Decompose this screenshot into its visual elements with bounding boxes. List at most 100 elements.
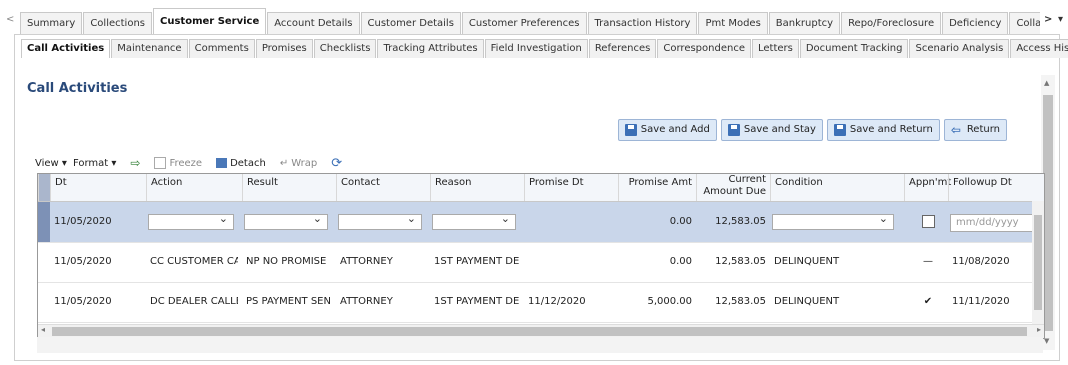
row-header[interactable] (38, 242, 50, 282)
row-header[interactable] (38, 202, 50, 242)
subtab-tracking-attributes[interactable]: Tracking Attributes (377, 39, 484, 58)
wrap-button[interactable]: ↵ Wrap (280, 158, 317, 169)
grid-horizontal-scrollbar[interactable]: ◂ ▸ (38, 324, 1044, 338)
scroll-right-icon[interactable]: ▸ (1037, 325, 1041, 334)
chevron-down-icon[interactable]: ▾ (1058, 14, 1063, 25)
table-row[interactable]: 11/05/2020 DC DEALER CALLED PS PAYMENT SEN… (38, 282, 1044, 323)
refresh-icon[interactable]: ⟳ (331, 156, 342, 171)
detach-label: Detach (230, 157, 266, 169)
cell-due: 12,583.05 (715, 256, 766, 267)
row-header[interactable] (38, 282, 50, 322)
subtab-maintenance[interactable]: Maintenance (111, 39, 188, 58)
tab-transaction-history[interactable]: Transaction History (587, 12, 698, 34)
column-header-appn-mt[interactable]: Appn'mt (904, 174, 951, 201)
scroll-left-icon[interactable]: < (6, 14, 14, 25)
column-header-followup-dt[interactable]: Followup Dt (948, 174, 1044, 201)
tab-pmt-modes[interactable]: Pmt Modes (698, 12, 768, 34)
cell-followup: 11/08/2020 (952, 256, 1010, 267)
action-buttons: Save and Add Save and Stay Save and Retu… (617, 119, 1007, 141)
scroll-up-icon[interactable]: ▲ (1044, 79, 1049, 87)
subtab-references[interactable]: References (588, 39, 657, 58)
subtab-field-investigation[interactable]: Field Investigation (484, 39, 588, 58)
column-header-action[interactable]: Action (146, 174, 242, 201)
grid-toolbar: View ▾ Format ▾ ⇨ Freeze Detach ↵ Wrap ⟳ (35, 154, 342, 172)
tab-repo-foreclosure[interactable]: Repo/Foreclosure (841, 12, 942, 34)
tab-customer-preferences[interactable]: Customer Preferences (461, 12, 587, 34)
return-button[interactable]: ⇦ Return (943, 119, 1007, 141)
tab-deficiency[interactable]: Deficiency (942, 12, 1009, 34)
cell-promise-amt: 0.00 (669, 256, 692, 267)
cell-appt: ✔ (923, 296, 933, 307)
tab-customer-details[interactable]: Customer Details (360, 12, 461, 34)
tab-account-details[interactable]: Account Details (267, 12, 360, 34)
tab-customer-service[interactable]: Customer Service (153, 8, 267, 34)
table-row[interactable]: 11/05/2020 CC CUSTOMER CA... NP NO PROMISE… (38, 242, 1044, 283)
save-and-add-label: Save and Add (640, 124, 710, 135)
cell-due: 12,583.05 (715, 296, 766, 307)
view-menu[interactable]: View ▾ (35, 158, 67, 169)
cell-dt: 11/05/2020 (54, 296, 112, 307)
subtab-correspondence[interactable]: Correspondence (657, 39, 751, 58)
format-menu[interactable]: Format ▾ (73, 158, 116, 169)
section-title: Call Activities (27, 81, 128, 96)
save-and-stay-label: Save and Stay (743, 124, 816, 135)
subtab-access-history[interactable]: Access History (1010, 39, 1068, 58)
export-icon[interactable]: ⇨ (130, 156, 140, 170)
cell-condition: DELINQUENT (774, 296, 840, 307)
save-and-stay-button[interactable]: Save and Stay (720, 119, 823, 141)
subtab-document-tracking[interactable]: Document Tracking (799, 39, 909, 58)
subtab-call-activities[interactable]: Call Activities (21, 39, 111, 58)
contact-select[interactable] (338, 212, 422, 230)
floppy-icon (833, 124, 846, 136)
column-header-contact[interactable]: Contact (336, 174, 430, 201)
wrap-label: Wrap (291, 157, 318, 169)
sub-tabs: Call Activities Maintenance Comments Promis… (21, 39, 1068, 58)
grid-hscroll-thumb[interactable] (52, 327, 1027, 336)
column-header-promise-amt[interactable]: Promise Amt (618, 174, 696, 201)
tab-collateral[interactable]: Collateral (1009, 12, 1040, 34)
cell-dt: 11/05/2020 (54, 256, 112, 267)
subtab-checklists[interactable]: Checklists (313, 39, 377, 58)
result-select[interactable] (244, 212, 328, 230)
condition-select[interactable] (772, 212, 894, 230)
column-header-dt[interactable]: Dt (50, 174, 146, 201)
save-and-return-button[interactable]: Save and Return (826, 119, 940, 141)
reason-select[interactable] (432, 212, 516, 230)
cell-result: NP NO PROMISE (246, 256, 327, 267)
grid-scroll-thumb[interactable] (1034, 215, 1042, 310)
appointment-checkbox[interactable] (922, 215, 935, 228)
freeze-icon (154, 157, 167, 169)
tab-collections[interactable]: Collections (83, 12, 153, 34)
column-header-result[interactable]: Result (242, 174, 336, 201)
detach-button[interactable]: Detach (216, 157, 266, 169)
cell-reason: 1ST PAYMENT DE... (434, 256, 520, 267)
cell-condition: DELINQUENT (774, 256, 840, 267)
cell-contact: ATTORNEY (340, 256, 393, 267)
column-header-promise-dt[interactable]: Promise Dt (524, 174, 618, 201)
subtab-letters[interactable]: Letters (751, 39, 799, 58)
row-header-corner (38, 174, 50, 201)
cell-result: PS PAYMENT SEN... (246, 296, 332, 307)
top-tab-bar: < Summary Collections Customer Service Acco… (0, 8, 1068, 34)
action-select[interactable] (148, 212, 234, 230)
freeze-button[interactable]: Freeze (154, 157, 202, 169)
table-row[interactable]: 11/05/2020 0.00 12,583.05 mm/dd/yyyy (38, 202, 1044, 243)
scroll-right-icon[interactable]: > (1044, 14, 1052, 25)
subtab-comments[interactable]: Comments (188, 39, 255, 58)
subtab-scenario-analysis[interactable]: Scenario Analysis (909, 39, 1010, 58)
grid-header: Dt Action Result Contact Reason Promise Dt Pro… (38, 174, 1044, 202)
tab-bankruptcy[interactable]: Bankruptcy (768, 12, 841, 34)
cell-contact: ATTORNEY (340, 296, 393, 307)
tab-summary[interactable]: Summary (20, 12, 83, 34)
column-header-current-amount-due[interactable]: Current Amount Due (696, 174, 770, 201)
save-and-add-button[interactable]: Save and Add (617, 119, 717, 141)
followup-date-input[interactable]: mm/dd/yyyy (950, 214, 1040, 232)
scroll-left-icon[interactable]: ◂ (41, 325, 45, 334)
subtab-promises[interactable]: Promises (255, 39, 313, 58)
column-header-reason[interactable]: Reason (430, 174, 524, 201)
cell-action: CC CUSTOMER CA... (150, 256, 238, 267)
column-header-condition[interactable]: Condition (770, 174, 904, 201)
cell-dt: 11/05/2020 (54, 216, 112, 227)
grid-vertical-scrollbar[interactable] (1032, 201, 1044, 324)
cell-promise-amt: 5,000.00 (647, 296, 692, 307)
